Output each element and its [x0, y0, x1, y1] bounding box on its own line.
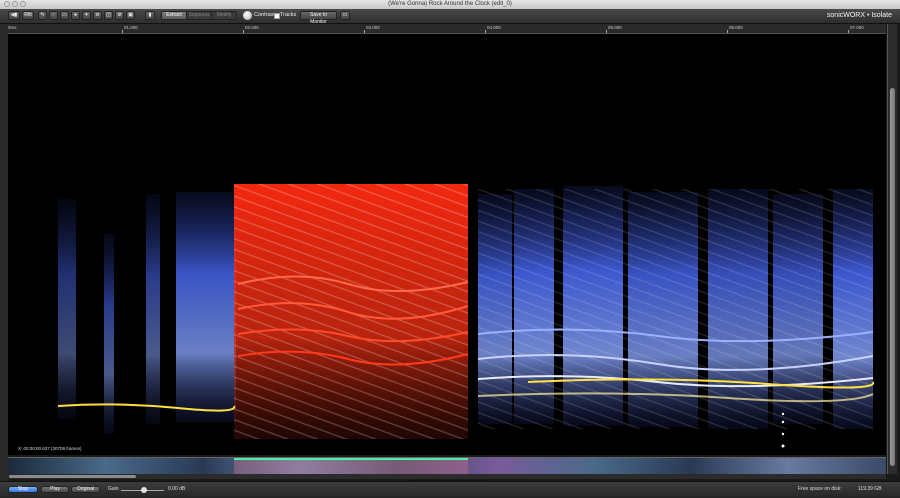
timeline-overview[interactable]: [8, 457, 886, 475]
toolbar: ◀▮ Rfit ✎ ◌ ▭ ● ✦ ≋ ◫ ⚙ ▣ ▮ Extract Supp…: [0, 9, 900, 25]
ruler-tick-label: 0ms: [8, 25, 17, 30]
mode-segmented-control: Extract Suppress Modify: [161, 11, 237, 20]
play-button[interactable]: Play: [41, 486, 69, 493]
ruler-tick-label: 03.000: [366, 25, 380, 30]
ruler-tick-label: 07.000: [850, 25, 864, 30]
ruler-tick-label: 06.000: [729, 25, 743, 30]
gain-slider-knob[interactable]: [141, 487, 147, 493]
ruler-tick: [606, 30, 607, 33]
brand-label: sonicWORX • Isolate: [826, 12, 892, 19]
brush-tool-icon[interactable]: ●: [71, 11, 80, 20]
cursor-position-readout: X: 00:00:00.637 (30709 frames): [18, 446, 82, 451]
ruler-tick: [485, 30, 486, 33]
brush-size-icon[interactable]: ▮: [145, 11, 155, 20]
mode-modify-tab[interactable]: Modify: [212, 12, 236, 19]
mode-extract-tab[interactable]: Extract: [162, 12, 187, 19]
vertical-scroll-thumb[interactable]: [890, 88, 895, 466]
speaker-icon[interactable]: ◀▮: [8, 11, 20, 20]
spectral-bands: [58, 184, 873, 439]
ruler-tick: [848, 30, 849, 33]
mode-suppress-tab[interactable]: Suppress: [187, 12, 212, 19]
ruler-tick: [122, 30, 123, 33]
stop-button[interactable]: Stop: [8, 486, 38, 493]
tracks-label: Tracks: [280, 12, 297, 18]
vertical-scrollbar[interactable]: [887, 24, 897, 474]
horizontal-scrollbar[interactable]: [8, 474, 886, 479]
eraser-tool-icon[interactable]: ◫: [104, 11, 113, 20]
save-to-monitor-button[interactable]: Save to Monitor: [300, 11, 337, 25]
free-space-label: Free space on disk:: [798, 486, 842, 492]
lasso-tool-icon[interactable]: ◌: [49, 11, 58, 20]
ruler-tick: [364, 30, 365, 33]
settings-icon[interactable]: ⚙: [115, 11, 124, 20]
rect-select-icon[interactable]: ▭: [60, 11, 69, 20]
contrast-knob[interactable]: [243, 11, 252, 20]
horizontal-scroll-thumb[interactable]: [9, 475, 136, 478]
ruler-tick-label: 04.000: [487, 25, 501, 30]
zoom-fit-button[interactable]: Rfit: [22, 11, 34, 20]
ruler-tick-label: 01.000: [124, 25, 138, 30]
original-button[interactable]: Original: [71, 486, 100, 493]
spectrogram-image[interactable]: [8, 34, 886, 455]
monitor-icon[interactable]: ▭: [340, 11, 350, 20]
spectrogram-view[interactable]: X: 00:00:00.637 (30709 frames): [8, 34, 886, 455]
gain-label: Gain: [108, 486, 119, 492]
ruler-tick: [727, 30, 728, 33]
transport-bar: Stop Play Original Gain 0.00 dB Free spa…: [0, 481, 900, 498]
magic-wand-icon[interactable]: ✦: [82, 11, 91, 20]
ruler-tick: [243, 30, 244, 33]
ruler-tick-label: 05.000: [608, 25, 622, 30]
harmonic-tool-icon[interactable]: ≋: [93, 11, 102, 20]
free-space-value: 119.39 GB: [858, 486, 882, 492]
ruler-tick-label: 02.000: [245, 25, 259, 30]
time-ruler[interactable]: 0ms 01.000 02.000 03.000 04.000 05.000 0…: [8, 24, 886, 34]
window-title: (We're Gonna) Rock Around the Clock (edi…: [388, 1, 512, 7]
gain-value: 0.00 dB: [168, 486, 186, 492]
info-icon[interactable]: ▣: [126, 11, 135, 20]
pencil-tool-icon[interactable]: ✎: [38, 11, 47, 20]
contrast-label: Contrast: [254, 12, 275, 18]
left-gutter: [0, 24, 8, 486]
overview-selection[interactable]: [234, 458, 468, 475]
